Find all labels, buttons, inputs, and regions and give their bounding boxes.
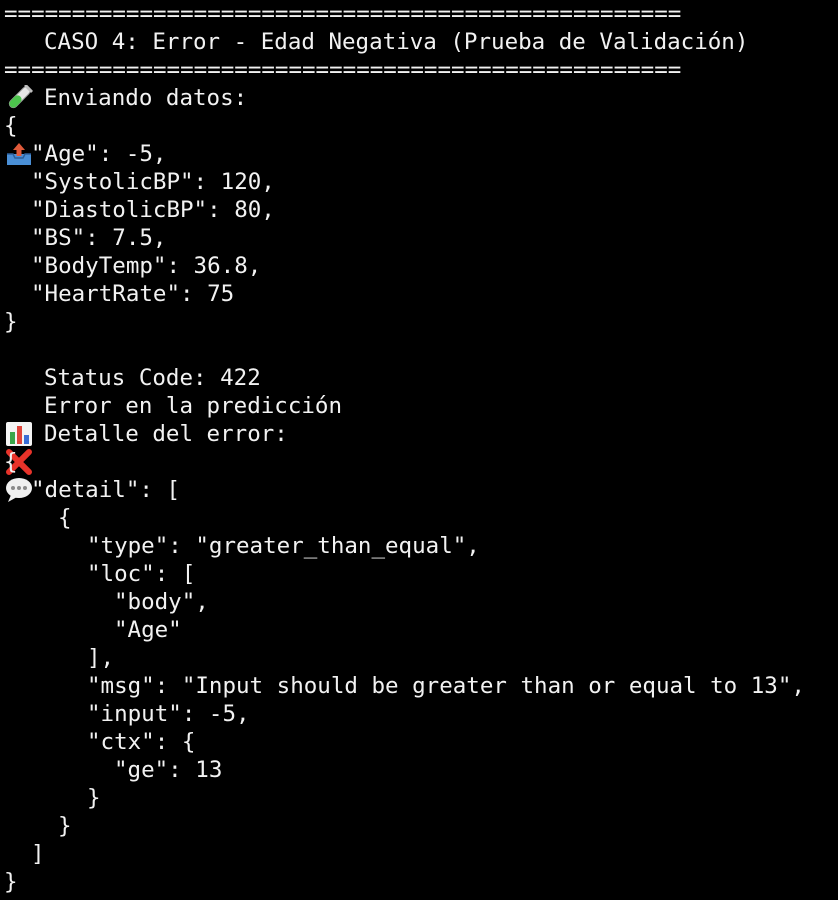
response-field-type: "type": "greater_than_equal",	[87, 533, 480, 559]
request-field-bodytemp: "BodyTemp": 36.8,	[31, 253, 262, 279]
status-code: Status Code: 422	[44, 365, 261, 391]
request-field-diastolic: "DiastolicBP": 80,	[31, 197, 275, 223]
error-line: Error en la predicción	[4, 392, 834, 475]
response-field-msg: "msg": "Input should be greater than or …	[87, 673, 805, 699]
sending-label: Enviando datos:	[44, 85, 248, 111]
request-field-bs: "BS": 7.5,	[31, 225, 167, 251]
case-title: CASO 4: Error - Edad Negativa (Prueba de…	[44, 29, 749, 55]
terminal-output[interactable]: ========================================…	[4, 0, 834, 900]
response-item-open: {	[58, 505, 72, 531]
response-json-close: }	[4, 869, 18, 895]
cross-mark-icon	[4, 393, 34, 475]
detail-line: Detalle del error:	[4, 420, 834, 502]
status-line: Status Code: 422	[4, 364, 834, 446]
separator-bottom: ========================================…	[4, 57, 682, 83]
response-ctx-close: }	[87, 785, 101, 811]
request-json-open: {	[4, 113, 18, 139]
outbox-tray-icon	[4, 85, 34, 165]
error-message: Error en la predicción	[44, 393, 343, 419]
response-detail-key: "detail": [	[31, 477, 181, 503]
request-field-age: "Age": -5,	[31, 141, 167, 167]
bar-chart-icon	[4, 365, 34, 446]
test-tube-icon	[4, 29, 34, 109]
response-field-input: "input": -5,	[87, 701, 250, 727]
response-loc-body: "body",	[114, 589, 209, 615]
response-ctx-open: "ctx": {	[87, 729, 196, 755]
response-loc-age: "Age"	[114, 617, 182, 643]
case-title-line: CASO 4: Error - Edad Negativa (Prueba de…	[4, 28, 834, 109]
detail-label: Detalle del error:	[44, 421, 288, 447]
request-field-systolic: "SystolicBP": 120,	[31, 169, 275, 195]
sending-line: Enviando datos:	[4, 84, 834, 165]
response-detail-close: ]	[31, 841, 45, 867]
response-loc-close: ],	[87, 645, 115, 671]
response-item-close: }	[58, 813, 72, 839]
response-field-ge: "ge": 13	[114, 757, 223, 783]
request-json-close: }	[4, 309, 18, 335]
response-loc-open: "loc": [	[87, 561, 196, 587]
request-field-heartrate: "HeartRate": 75	[31, 281, 235, 307]
separator-top: ========================================…	[4, 1, 682, 27]
speech-bubble-icon	[4, 421, 34, 502]
response-json-open: {	[4, 449, 18, 475]
